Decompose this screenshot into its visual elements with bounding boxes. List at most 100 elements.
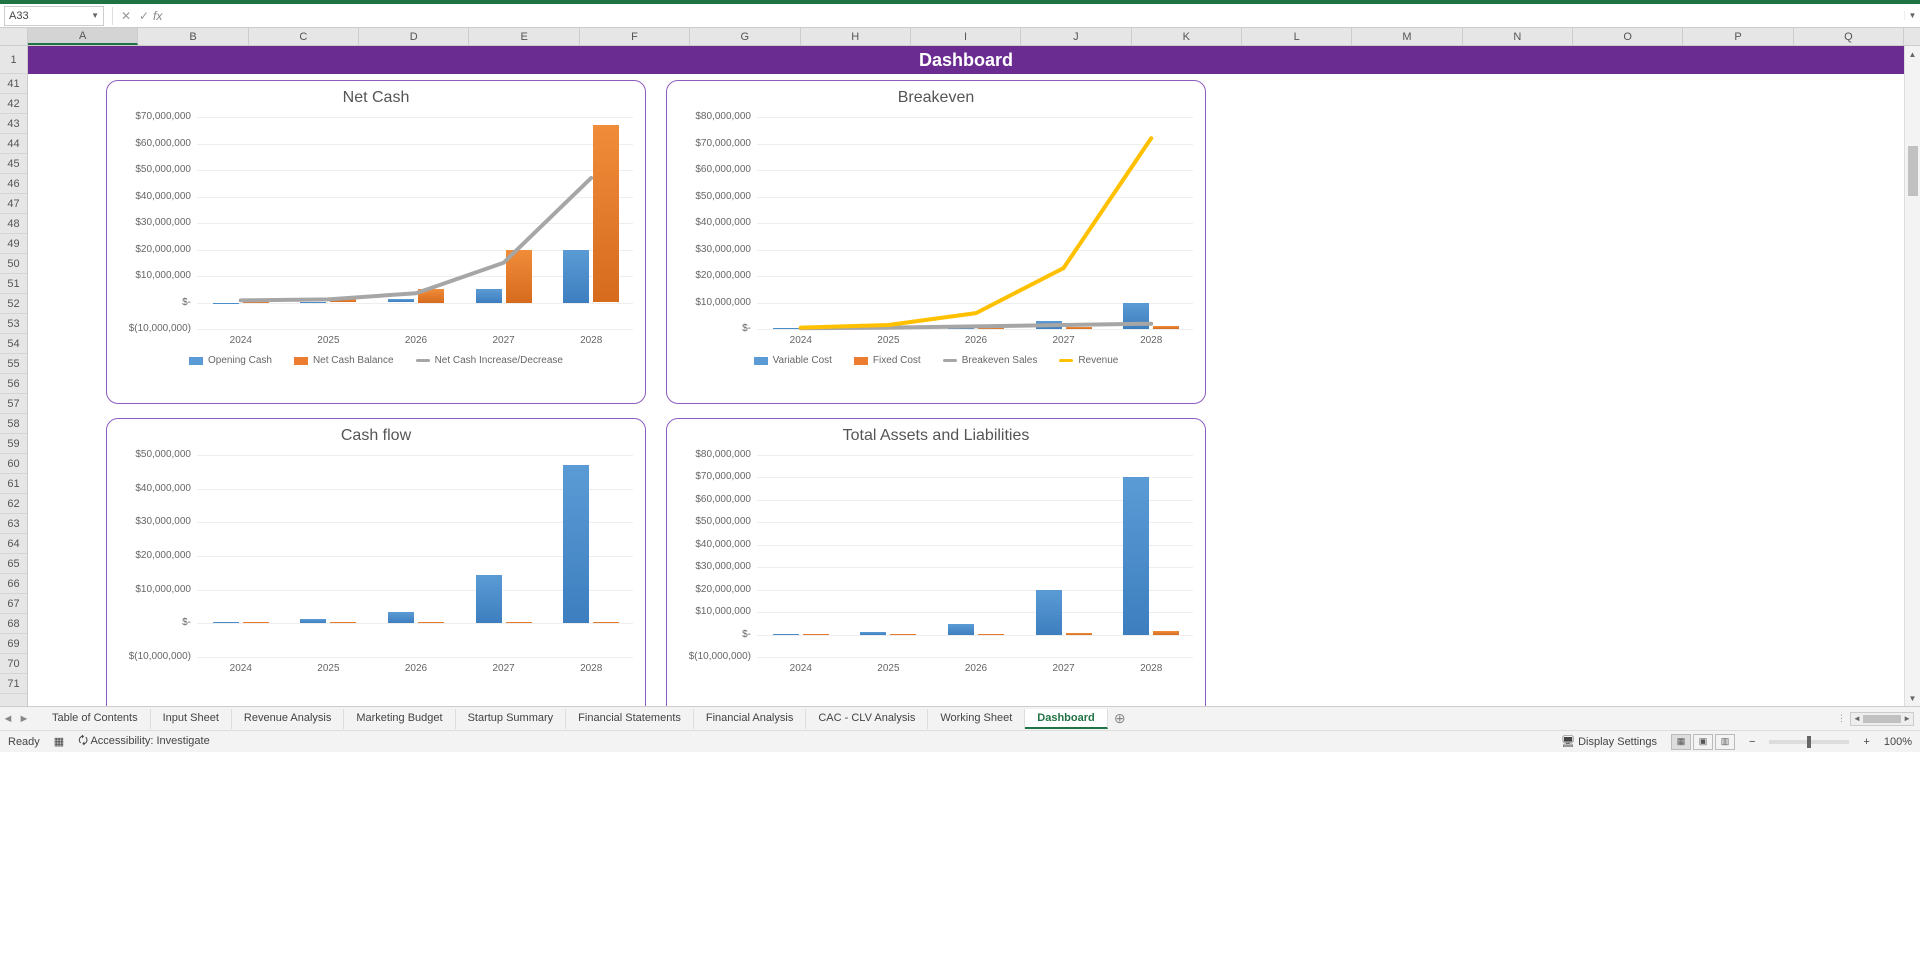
bar-cash-flow — [563, 465, 589, 623]
sheet-tab-marketing-budget[interactable]: Marketing Budget — [344, 709, 455, 729]
chart-title: Cash flow — [119, 427, 633, 445]
row-header-52[interactable]: 52 — [0, 294, 27, 314]
y-axis-label: $30,000,000 — [679, 244, 751, 255]
vertical-scrollbar[interactable]: ▲ ▼ — [1904, 46, 1920, 706]
scroll-up-icon[interactable]: ▲ — [1905, 46, 1920, 62]
scroll-down-icon[interactable]: ▼ — [1905, 690, 1920, 706]
row-header-56[interactable]: 56 — [0, 374, 27, 394]
row-header-71[interactable]: 71 — [0, 674, 27, 694]
sheet-tab-input-sheet[interactable]: Input Sheet — [151, 709, 232, 729]
row-header-54[interactable]: 54 — [0, 334, 27, 354]
zoom-out-button[interactable]: − — [1749, 736, 1755, 748]
formula-input[interactable] — [168, 6, 1904, 26]
row-header-1[interactable]: 1 — [0, 46, 27, 74]
column-header-G[interactable]: G — [690, 28, 800, 45]
column-header-O[interactable]: O — [1573, 28, 1683, 45]
column-header-K[interactable]: K — [1132, 28, 1242, 45]
column-header-A[interactable]: A — [28, 28, 138, 45]
row-header-46[interactable]: 46 — [0, 174, 27, 194]
page-break-view-button[interactable]: ▥ — [1715, 734, 1735, 750]
column-header-J[interactable]: J — [1021, 28, 1131, 45]
sheet-tab-dashboard[interactable]: Dashboard — [1025, 709, 1107, 729]
row-header-59[interactable]: 59 — [0, 434, 27, 454]
assets-liabilities-chart[interactable]: Total Assets and Liabilities$(10,000,000… — [666, 418, 1206, 706]
sheet-tab-revenue-analysis[interactable]: Revenue Analysis — [232, 709, 344, 729]
add-sheet-button[interactable]: ⊕ — [1108, 710, 1132, 727]
row-header-70[interactable]: 70 — [0, 654, 27, 674]
normal-view-button[interactable]: ▦ — [1671, 734, 1691, 750]
row-header-64[interactable]: 64 — [0, 534, 27, 554]
sheet-tab-cac---clv-analysis[interactable]: CAC - CLV Analysis — [806, 709, 928, 729]
row-header-44[interactable]: 44 — [0, 134, 27, 154]
tab-nav-prev-icon[interactable]: ◄ — [0, 713, 16, 725]
page-layout-view-button[interactable]: ▣ — [1693, 734, 1713, 750]
row-header-55[interactable]: 55 — [0, 354, 27, 374]
sheet-canvas[interactable]: Dashboard Net Cash$(10,000,000)$-$10,000… — [28, 46, 1904, 706]
cancel-formula-button[interactable]: ✕ — [117, 9, 135, 23]
sheet-tab-startup-summary[interactable]: Startup Summary — [456, 709, 567, 729]
macro-record-icon[interactable]: ▦ — [54, 735, 64, 748]
name-box[interactable]: A33 ▼ — [4, 6, 104, 26]
horizontal-scrollbar[interactable]: ◄► — [1850, 712, 1914, 726]
sheet-tab-table-of-contents[interactable]: Table of Contents — [40, 709, 151, 729]
column-header-Q[interactable]: Q — [1794, 28, 1904, 45]
sheet-tab-financial-statements[interactable]: Financial Statements — [566, 709, 694, 729]
zoom-in-button[interactable]: + — [1863, 736, 1869, 748]
row-header-62[interactable]: 62 — [0, 494, 27, 514]
sheet-tab-financial-analysis[interactable]: Financial Analysis — [694, 709, 806, 729]
row-header-47[interactable]: 47 — [0, 194, 27, 214]
row-header-69[interactable]: 69 — [0, 634, 27, 654]
row-header-49[interactable]: 49 — [0, 234, 27, 254]
tab-nav-next-icon[interactable]: ► — [16, 713, 32, 725]
row-header-67[interactable]: 67 — [0, 594, 27, 614]
accessibility-status[interactable]: 🗘 Accessibility: Investigate — [78, 732, 209, 751]
chevron-down-icon[interactable]: ▼ — [91, 11, 99, 20]
bar-cash-flow — [388, 612, 414, 624]
row-header-57[interactable]: 57 — [0, 394, 27, 414]
legend-item: Opening Cash — [189, 355, 272, 366]
row-header-61[interactable]: 61 — [0, 474, 27, 494]
breakeven-chart[interactable]: Breakeven$-$10,000,000$20,000,000$30,000… — [666, 80, 1206, 404]
column-header-M[interactable]: M — [1352, 28, 1462, 45]
cash-flow-chart[interactable]: Cash flow$(10,000,000)$-$10,000,000$20,0… — [106, 418, 646, 706]
y-axis-label: $(10,000,000) — [119, 323, 191, 334]
bar-net-cash-balance — [243, 302, 269, 303]
accept-formula-button[interactable]: ✓ — [135, 9, 153, 23]
row-header-43[interactable]: 43 — [0, 114, 27, 134]
row-header-42[interactable]: 42 — [0, 94, 27, 114]
column-header-H[interactable]: H — [801, 28, 911, 45]
tab-scroll-dots-icon[interactable]: ⋮ — [1837, 713, 1846, 724]
row-header-65[interactable]: 65 — [0, 554, 27, 574]
fx-icon[interactable]: fx — [153, 9, 162, 23]
zoom-level[interactable]: 100% — [1884, 736, 1912, 748]
row-header-50[interactable]: 50 — [0, 254, 27, 274]
column-header-D[interactable]: D — [359, 28, 469, 45]
row-header-58[interactable]: 58 — [0, 414, 27, 434]
row-header-48[interactable]: 48 — [0, 214, 27, 234]
row-header-63[interactable]: 63 — [0, 514, 27, 534]
row-header-51[interactable]: 51 — [0, 274, 27, 294]
column-header-C[interactable]: C — [249, 28, 359, 45]
select-all-cell[interactable] — [0, 28, 28, 45]
column-header-E[interactable]: E — [469, 28, 579, 45]
column-header-P[interactable]: P — [1683, 28, 1793, 45]
column-header-I[interactable]: I — [911, 28, 1021, 45]
net-cash-chart[interactable]: Net Cash$(10,000,000)$-$10,000,000$20,00… — [106, 80, 646, 404]
row-header-60[interactable]: 60 — [0, 454, 27, 474]
sheet-tab-working-sheet[interactable]: Working Sheet — [928, 709, 1025, 729]
row-header-41[interactable]: 41 — [0, 74, 27, 94]
column-header-L[interactable]: L — [1242, 28, 1352, 45]
column-header-N[interactable]: N — [1463, 28, 1573, 45]
row-header-66[interactable]: 66 — [0, 574, 27, 594]
scrollbar-thumb[interactable] — [1908, 146, 1918, 196]
row-header-45[interactable]: 45 — [0, 154, 27, 174]
row-header-53[interactable]: 53 — [0, 314, 27, 334]
column-header-B[interactable]: B — [138, 28, 248, 45]
column-header-F[interactable]: F — [580, 28, 690, 45]
zoom-slider[interactable] — [1769, 740, 1849, 744]
expand-formula-bar-icon[interactable]: ▼ — [1904, 11, 1920, 20]
bar-net-cash-balance — [418, 289, 444, 302]
display-settings-button[interactable]: 🖥 Display Settings — [1561, 735, 1657, 748]
row-header-68[interactable]: 68 — [0, 614, 27, 634]
bar-opening-cash — [563, 250, 589, 303]
